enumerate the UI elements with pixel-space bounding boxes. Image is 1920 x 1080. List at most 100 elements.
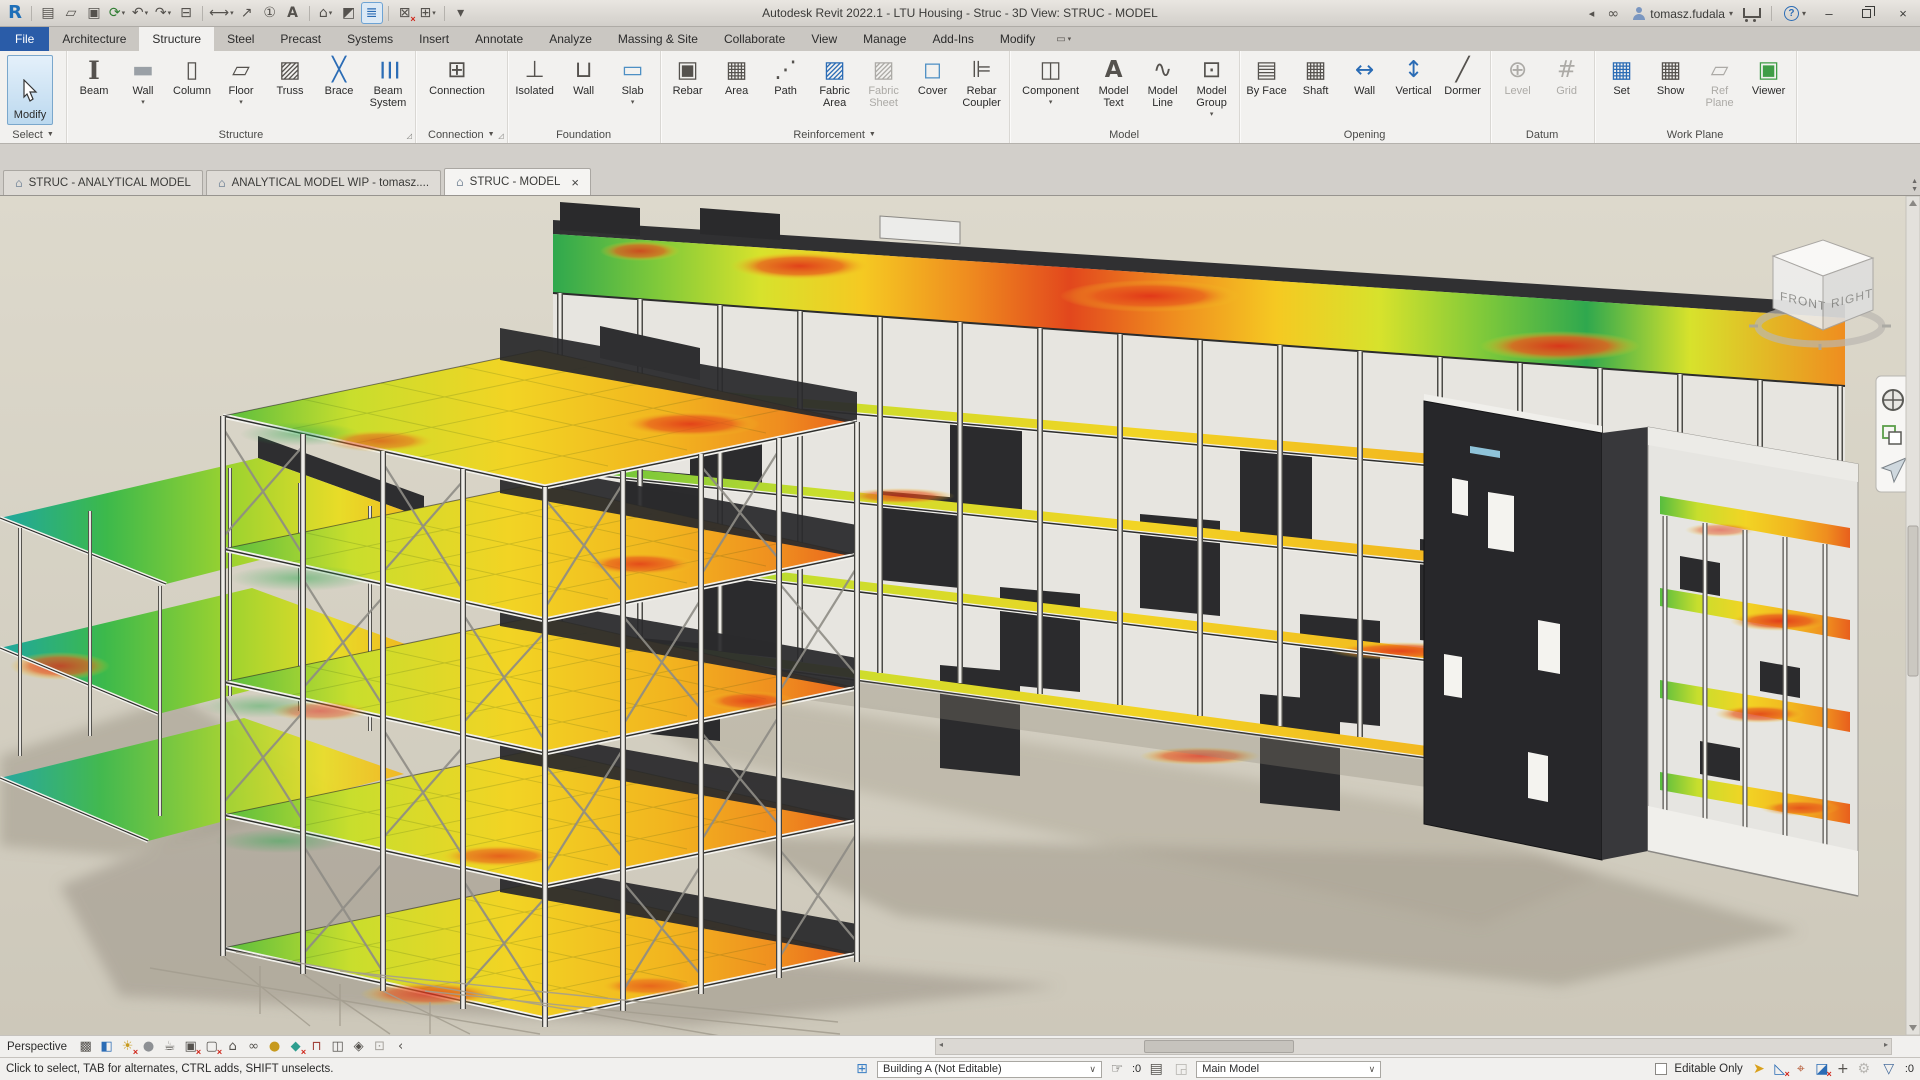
dialog-launcher-icon[interactable]: ◿	[407, 132, 412, 140]
select-links-icon[interactable]: ➤	[1750, 1060, 1768, 1078]
background-processes-icon[interactable]: ⚙	[1855, 1060, 1873, 1078]
analytical-model-icon[interactable]: ◆ ×	[286, 1038, 307, 1056]
sync-with-central-icon[interactable]: ⟳ ▾	[107, 3, 127, 23]
tab-modify[interactable]: Modify	[987, 27, 1048, 51]
displaced-elements-icon[interactable]: ◈	[349, 1038, 368, 1056]
account-menu[interactable]: tomasz.fudala ▾	[1632, 7, 1733, 21]
connection-button[interactable]: ⊞ Connection	[419, 53, 495, 126]
brace-button[interactable]: ╳ Brace	[315, 53, 363, 126]
tab-view[interactable]: View	[798, 27, 850, 51]
measure-icon[interactable]: ⟷ ▾	[209, 3, 234, 23]
collapse-search-icon[interactable]: ◂	[1589, 7, 1595, 20]
worksharing-display-icon[interactable]: ◫	[328, 1038, 347, 1056]
help-menu[interactable]: ? ▾	[1783, 6, 1806, 21]
view-tab-analytical-model[interactable]: ⌂ STRUC - ANALYTICAL MODEL	[3, 170, 203, 195]
tab-precast[interactable]: Precast	[267, 27, 334, 51]
tab-collaborate[interactable]: Collaborate	[711, 27, 798, 51]
drag-on-selection-icon[interactable]: +	[1834, 1060, 1852, 1078]
view-tab-scroll[interactable]: ▲ ▼	[1911, 178, 1918, 195]
cover-button[interactable]: ◻ Cover	[909, 53, 957, 126]
vertical-scrollbar[interactable]	[1905, 196, 1920, 1035]
model-text-button[interactable]: A Model Text	[1090, 53, 1138, 126]
floor-button[interactable]: ▱ Floor ▾	[217, 53, 265, 126]
crop-region-icon[interactable]: ▢ ×	[202, 1038, 222, 1056]
customize-qat-icon[interactable]: ▾	[451, 3, 471, 23]
scroll-left-icon[interactable]: ◂	[939, 1040, 943, 1049]
steering-wheel-icon[interactable]	[1882, 389, 1904, 411]
view-scale-icon[interactable]: ▩	[76, 1038, 95, 1056]
tab-steel[interactable]: Steel	[214, 27, 267, 51]
tag-by-category-icon[interactable]: ①	[260, 3, 280, 23]
shadows-icon[interactable]: ●	[139, 1038, 158, 1056]
tab-massing-site[interactable]: Massing & Site	[605, 27, 711, 51]
viewer-button[interactable]: ▣ Viewer	[1745, 53, 1793, 126]
show-rendering-icon[interactable]: ☕	[160, 1038, 179, 1056]
search-icon[interactable]: ∞	[1603, 4, 1623, 24]
print-icon[interactable]: ⊟	[176, 3, 196, 23]
view-tab-struc-model[interactable]: ⌂ STRUC - MODEL ×	[444, 168, 591, 195]
revit-logo-icon[interactable]: R	[5, 3, 25, 23]
wall-foundation-button[interactable]: ⊔ Wall	[560, 53, 608, 126]
wall-button[interactable]: ▬ Wall ▾	[119, 53, 167, 126]
rebar-button[interactable]: ▣ Rebar	[664, 53, 712, 126]
vertical-opening-button[interactable]: ↕ Vertical	[1390, 53, 1438, 126]
model-group-button[interactable]: ⊡ Model Group ▾	[1188, 53, 1236, 126]
wall-opening-button[interactable]: ↔ Wall	[1341, 53, 1389, 126]
close-view-tab-icon[interactable]: ×	[571, 175, 579, 190]
modify-button[interactable]: Modify	[7, 55, 53, 125]
view-tab-analytical-wip[interactable]: ⌂ ANALYTICAL MODEL WIP - tomasz....	[205, 170, 442, 195]
show-work-plane-button[interactable]: ▦ Show	[1647, 53, 1695, 126]
scroll-right-icon[interactable]: ▸	[1884, 1040, 1888, 1049]
ref-plane-button[interactable]: ▱ Ref Plane	[1696, 53, 1744, 126]
close-button[interactable]: ×	[1889, 3, 1917, 25]
rebar-coupler-button[interactable]: ⊫ Rebar Coupler	[958, 53, 1006, 126]
save-icon[interactable]: ▣	[84, 3, 104, 23]
select-pinned-icon[interactable]: ⌖	[1792, 1060, 1810, 1078]
collapse-bar-icon[interactable]: ‹	[391, 1038, 410, 1056]
visual-style-icon[interactable]: ◧	[97, 1038, 116, 1056]
properties-icon[interactable]: ▤	[38, 3, 58, 23]
worksets-icon[interactable]: ⊞	[852, 1059, 872, 1079]
text-icon[interactable]: A	[283, 3, 303, 23]
active-workset-dropdown[interactable]: Building A (Not Editable) ∨	[877, 1060, 1102, 1078]
model-line-button[interactable]: ∿ Model Line	[1139, 53, 1187, 126]
panel-caption-structure[interactable]: Structure ◿	[67, 126, 415, 143]
close-inactive-windows-icon[interactable]: ⊠ ×	[395, 3, 416, 24]
scrollbar-thumb[interactable]	[1144, 1040, 1294, 1053]
add-to-set-icon[interactable]: ◲	[1171, 1059, 1191, 1079]
model-viewport[interactable]: FRONT RIGHT	[0, 196, 1920, 1035]
store-cart-icon[interactable]	[1742, 7, 1761, 22]
level-button[interactable]: ⊕ Level	[1494, 53, 1542, 126]
beam-system-button[interactable]: ☰ Beam System	[364, 53, 412, 126]
switch-windows-icon[interactable]: ⊞ ▾	[418, 3, 438, 23]
panel-caption-reinforcement[interactable]: Reinforcement ▼	[661, 126, 1009, 143]
redo-icon[interactable]: ↷ ▾	[153, 3, 173, 23]
east-block[interactable]	[1647, 426, 1859, 897]
select-by-face-icon[interactable]: ◪ ×	[1813, 1060, 1832, 1079]
panel-caption-connection[interactable]: Connection ▼ ◿	[416, 126, 507, 143]
dormer-button[interactable]: ╱ Dormer	[1439, 53, 1487, 126]
restore-button[interactable]	[1852, 3, 1880, 25]
fabric-sheet-button[interactable]: ▨ Fabric Sheet	[860, 53, 908, 126]
open-icon[interactable]: ▱	[61, 3, 81, 23]
temporary-view-properties-icon[interactable]: ∞	[244, 1038, 263, 1056]
tab-structure[interactable]: Structure	[139, 27, 215, 51]
component-button[interactable]: ◫ Component ▾	[1013, 53, 1089, 126]
column-button[interactable]: ▯ Column	[168, 53, 216, 126]
navigation-bar[interactable]	[1875, 375, 1911, 493]
by-face-button[interactable]: ▤ By Face	[1243, 53, 1291, 126]
tab-analyze[interactable]: Analyze	[536, 27, 605, 51]
beam-button[interactable]: I Beam	[70, 53, 118, 126]
selection-lock-icon[interactable]: ⊡	[370, 1038, 389, 1056]
reveal-hidden-elements-icon[interactable]: ●	[265, 1038, 284, 1056]
slab-button[interactable]: ▭ Slab ▾	[609, 53, 657, 126]
reveal-constraints-icon[interactable]: ⊓	[307, 1038, 326, 1056]
undo-icon[interactable]: ↶ ▾	[130, 3, 150, 23]
aligned-dimension-icon[interactable]: ↗	[237, 3, 257, 23]
tab-manage[interactable]: Manage	[850, 27, 919, 51]
crop-view-icon[interactable]: ▣ ×	[181, 1038, 201, 1056]
stair-tower[interactable]	[1423, 394, 1648, 861]
set-work-plane-button[interactable]: ▦ Set	[1598, 53, 1646, 126]
design-options-icon[interactable]: ▤	[1146, 1059, 1166, 1079]
tab-systems[interactable]: Systems	[334, 27, 406, 51]
